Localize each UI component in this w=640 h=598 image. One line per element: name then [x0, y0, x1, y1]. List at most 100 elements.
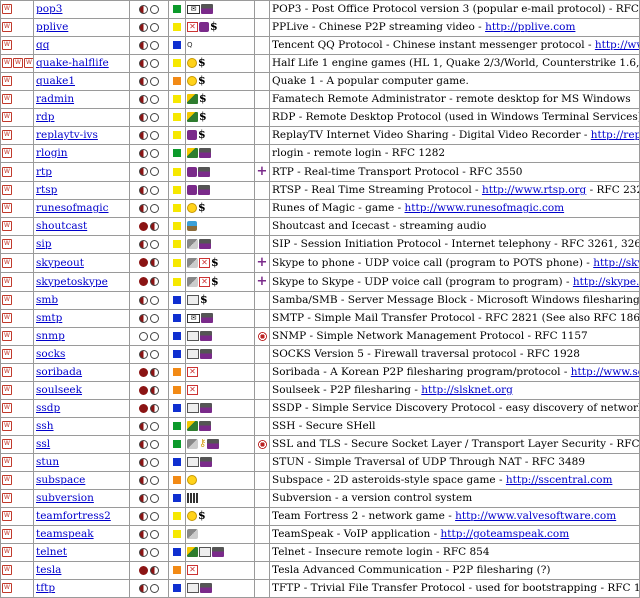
homepage-link[interactable]: http://pplive.com	[485, 21, 575, 33]
protocol-name-link[interactable]: telnet	[36, 546, 67, 558]
wiki-icon[interactable]: W	[2, 421, 12, 431]
protocol-name-cell: pplive	[33, 18, 130, 37]
protocol-name-link[interactable]: soribada	[36, 366, 82, 378]
wiki-icon[interactable]: W	[2, 58, 12, 68]
protocol-name-link[interactable]: skypetoskype	[36, 276, 108, 288]
wiki-icon[interactable]: W	[2, 313, 12, 323]
homepage-link[interactable]: http://replaytv.com	[591, 129, 639, 141]
protocol-name-link[interactable]: teamfortress2	[36, 510, 111, 522]
wiki-icon[interactable]: W	[2, 367, 12, 377]
protocol-name-link[interactable]: radmin	[36, 93, 74, 105]
homepage-link[interactable]: http://www.qq.com	[595, 39, 639, 51]
wiki-icon[interactable]: W	[2, 439, 12, 449]
homepage-link[interactable]: http://www.rtsp.org	[482, 184, 586, 196]
category-square-icon	[173, 95, 181, 103]
homepage-link[interactable]: http://slsknet.org	[421, 384, 513, 396]
wiki-icon[interactable]: W	[2, 331, 12, 341]
wiki-icon[interactable]: W	[2, 457, 12, 467]
wiki-icon[interactable]: W	[2, 185, 12, 195]
wiki-icon[interactable]: W	[2, 40, 12, 50]
wiki-icon[interactable]: W	[2, 4, 12, 14]
protocol-name-link[interactable]: tesla	[36, 564, 61, 576]
wiki-icon[interactable]: W	[2, 22, 12, 32]
protocol-name-link[interactable]: skypeout	[36, 257, 84, 269]
wiki-icon[interactable]: W	[2, 385, 12, 395]
wiki-icon[interactable]: W	[2, 221, 12, 231]
homepage-link[interactable]: http://goteamspeak.com	[441, 528, 570, 540]
protocol-name-link[interactable]: rlogin	[36, 147, 68, 159]
wiki-icon[interactable]: W	[2, 475, 12, 485]
wiki-icon[interactable]: W	[2, 349, 12, 359]
protocol-name-link[interactable]: subspace	[36, 474, 85, 486]
protocol-name-link[interactable]: quake1	[36, 75, 75, 87]
wiki-icon[interactable]: W	[2, 529, 12, 539]
category-cell	[168, 36, 186, 55]
wiki-icon[interactable]: W	[2, 257, 12, 268]
protocol-name-link[interactable]: qq	[36, 39, 49, 51]
homepage-link[interactable]: http://skype.com	[573, 276, 639, 288]
quality-dot-icon	[150, 421, 159, 431]
protocol-name-link[interactable]: subversion	[36, 492, 94, 504]
protocol-name-link[interactable]: ssh	[36, 420, 54, 432]
protocol-name-link[interactable]: tftp	[36, 582, 55, 594]
protocol-name-link[interactable]: rtp	[36, 166, 52, 178]
homepage-link[interactable]: http://www.valvesoftware.com	[455, 510, 616, 522]
protocol-name-link[interactable]: smb	[36, 294, 58, 306]
quality-dot-icon	[139, 258, 148, 267]
wiki-icon[interactable]: W	[24, 58, 33, 68]
wiki-icon[interactable]: W	[2, 76, 12, 86]
wiki-icon[interactable]: W	[2, 112, 12, 122]
protocol-name-link[interactable]: pplive	[36, 21, 68, 33]
protocol-name-link[interactable]: quake-halflife	[36, 57, 109, 69]
dollar-icon: $	[211, 274, 219, 288]
protocol-name-link[interactable]: ssl	[36, 438, 50, 450]
protocol-name-link[interactable]: shoutcast	[36, 220, 87, 232]
wiki-icon[interactable]: W	[2, 130, 12, 140]
protocol-name-link[interactable]: rtsp	[36, 184, 57, 196]
protocol-name-cell: ssdp	[33, 399, 130, 418]
category-cell	[168, 90, 186, 109]
description-cell: RTP - Real-time Transport Protocol - RFC…	[269, 162, 640, 182]
category-cell	[168, 144, 186, 163]
wiki-icon[interactable]: W	[2, 583, 12, 593]
protocol-name-link[interactable]: replaytv-ivs	[36, 129, 98, 141]
wiki-icon[interactable]: W	[2, 493, 12, 503]
protocol-name-link[interactable]: ssdp	[36, 402, 60, 414]
wiki-icon[interactable]: W	[2, 148, 12, 158]
wiki-icon[interactable]: W	[2, 203, 12, 213]
table-row: Wrdp $ RDP - Remote Desktop Protocol (used…	[0, 108, 640, 127]
protocol-name-link[interactable]: rdp	[36, 111, 54, 123]
quality-dot-icon	[150, 583, 159, 593]
protocol-name-link[interactable]: soulseek	[36, 384, 82, 396]
wiki-icon[interactable]: W	[2, 565, 12, 575]
protocol-name-link[interactable]: stun	[36, 456, 59, 468]
description-text: Soribada - A Korean P2P filesharing prog…	[272, 366, 571, 378]
protocol-name-link[interactable]: sip	[36, 238, 51, 250]
category-square-icon	[173, 41, 181, 49]
wiki-icon[interactable]: W	[2, 403, 12, 413]
protocol-name-link[interactable]: snmp	[36, 330, 65, 342]
quality-dot-icon	[150, 185, 159, 195]
category-square-icon	[173, 458, 181, 466]
protocol-name-link[interactable]: smtp	[36, 312, 62, 324]
homepage-link[interactable]: http://www.soribada.com	[571, 366, 639, 378]
wiki-icon[interactable]: W	[2, 166, 12, 177]
protocol-name-link[interactable]: runesofmagic	[36, 202, 109, 214]
wiki-cell: W	[0, 144, 34, 163]
protocol-name-link[interactable]: pop3	[36, 3, 62, 15]
wiki-icon[interactable]: W	[2, 295, 12, 305]
homepage-link[interactable]: http://sscentral.com	[506, 474, 613, 486]
wiki-icon[interactable]: W	[13, 58, 23, 68]
wiki-icon[interactable]: W	[2, 511, 12, 521]
wiki-icon[interactable]: W	[2, 94, 12, 104]
protocol-name-cell: subversion	[33, 489, 130, 508]
protocol-name-link[interactable]: teamspeak	[36, 528, 94, 540]
homepage-link[interactable]: http://www.runesofmagic.com	[405, 202, 565, 214]
protocol-name-link[interactable]: socks	[36, 348, 65, 360]
wiki-icon[interactable]: W	[2, 276, 12, 287]
homepage-link[interactable]: http://skype.com	[593, 257, 638, 269]
description-text: Runes of Magic - game -	[272, 202, 405, 214]
ietf-icon	[199, 421, 211, 431]
dollar-icon: $	[198, 74, 206, 87]
wiki-icon[interactable]: W	[2, 239, 12, 249]
